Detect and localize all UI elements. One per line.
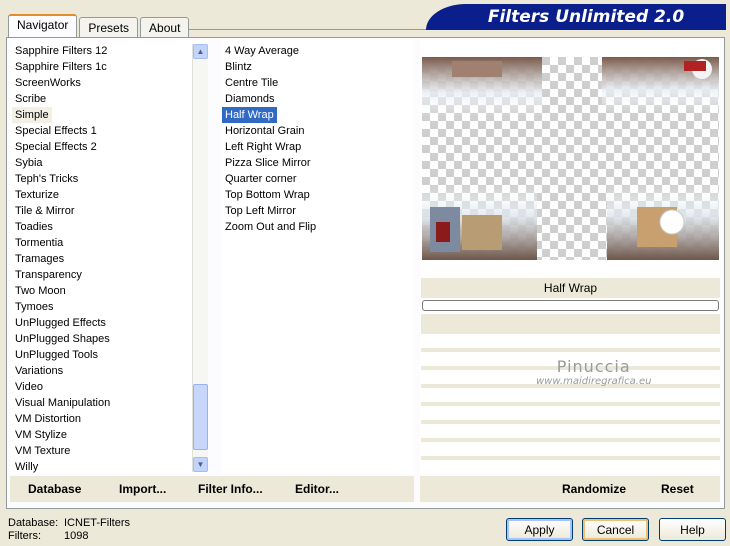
right-button-bar: Randomize Reset <box>420 476 720 502</box>
tab-bar: Navigator Presets About <box>8 14 191 38</box>
watermark-url: www.maidiregrafica.eu <box>536 376 652 387</box>
parameter-row <box>421 334 720 348</box>
tab-about[interactable]: About <box>140 17 190 38</box>
category-item[interactable]: Sybia <box>12 155 46 171</box>
randomize-button[interactable]: Randomize <box>562 482 626 496</box>
category-item[interactable]: ScreenWorks <box>12 75 84 91</box>
filter-item[interactable]: Half Wrap <box>222 107 277 123</box>
app-banner: Filters Unlimited 2.0 <box>426 4 726 30</box>
database-value: ICNET-Filters <box>64 517 130 529</box>
preview-filter-name: Half Wrap <box>421 278 720 298</box>
category-item[interactable]: Scribe <box>12 91 49 107</box>
database-label: Database: <box>8 517 59 529</box>
category-item[interactable]: Toadies <box>12 219 56 235</box>
parameter-row <box>421 442 720 456</box>
parameter-row <box>421 424 720 438</box>
parameter-row <box>421 388 720 402</box>
filter-item[interactable]: Horizontal Grain <box>222 123 307 139</box>
import-button[interactable]: Import... <box>119 482 166 496</box>
category-item[interactable]: VM Distortion <box>12 411 84 427</box>
category-item[interactable]: Video <box>12 379 46 395</box>
category-item[interactable]: Tramages <box>12 251 67 267</box>
category-item[interactable]: Tile & Mirror <box>12 203 77 219</box>
filter-item[interactable]: Quarter corner <box>222 171 300 187</box>
left-button-bar: Database Import... Filter Info... Editor… <box>10 476 414 502</box>
category-item[interactable]: Texturize <box>12 187 62 203</box>
filter-item[interactable]: Top Bottom Wrap <box>222 187 313 203</box>
category-item[interactable]: VM Stylize <box>12 427 70 443</box>
filter-item[interactable]: Top Left Mirror <box>222 203 299 219</box>
filter-item[interactable]: Centre Tile <box>222 75 281 91</box>
filter-item[interactable]: Left Right Wrap <box>222 139 304 155</box>
parameter-row <box>421 406 720 420</box>
help-button[interactable]: Help <box>659 518 726 541</box>
scroll-thumb[interactable] <box>193 384 208 450</box>
category-item[interactable]: Variations <box>12 363 66 379</box>
category-item[interactable]: Simple <box>12 107 52 123</box>
filter-info-button[interactable]: Filter Info... <box>198 482 263 496</box>
category-scrollbar[interactable]: ▲ ▼ <box>192 44 208 472</box>
preview-image <box>422 57 719 260</box>
category-item[interactable]: Teph's Tricks <box>12 171 81 187</box>
category-item[interactable]: Transparency <box>12 267 85 283</box>
filters-count: 1098 <box>64 530 89 542</box>
category-item[interactable]: Two Moon <box>12 283 69 299</box>
filter-item[interactable]: Zoom Out and Flip <box>222 219 319 235</box>
category-item[interactable]: Sapphire Filters 12 <box>12 43 110 59</box>
category-item[interactable]: Special Effects 1 <box>12 123 100 139</box>
editor-button[interactable]: Editor... <box>295 482 339 496</box>
scroll-up-icon[interactable]: ▲ <box>193 44 208 59</box>
progress-bar <box>422 300 719 311</box>
filter-item[interactable]: Pizza Slice Mirror <box>222 155 314 171</box>
status-info: Database: ICNET-Filters Filters: 1098 <box>8 517 130 543</box>
category-item[interactable]: Sapphire Filters 1c <box>12 59 110 75</box>
header-divider <box>160 29 430 30</box>
watermark-name: Pinuccia <box>556 357 631 376</box>
filters-label: Filters: <box>8 530 41 542</box>
category-item[interactable]: Tormentia <box>12 235 66 251</box>
category-item[interactable]: UnPlugged Effects <box>12 315 109 331</box>
tab-navigator[interactable]: Navigator <box>8 14 78 38</box>
category-item[interactable]: Willy <box>12 459 41 474</box>
category-item[interactable]: UnPlugged Tools <box>12 347 101 363</box>
category-item[interactable]: Visual Manipulation <box>12 395 113 411</box>
category-item[interactable]: UnPlugged Shapes <box>12 331 113 347</box>
scroll-down-icon[interactable]: ▼ <box>193 457 208 472</box>
category-list[interactable]: Sapphire Filters 12 Sapphire Filters 1c Sc… <box>10 40 208 474</box>
tab-presets[interactable]: Presets <box>79 17 139 38</box>
category-item[interactable]: Tymoes <box>12 299 57 315</box>
filter-item[interactable]: Diamonds <box>222 91 278 107</box>
parameter-area <box>421 314 720 474</box>
preview-artwork <box>422 57 719 260</box>
filter-item[interactable]: 4 Way Average <box>222 43 302 59</box>
category-item[interactable]: Special Effects 2 <box>12 139 100 155</box>
database-button[interactable]: Database <box>28 482 81 496</box>
reset-button[interactable]: Reset <box>661 482 694 496</box>
apply-button[interactable]: Apply <box>506 518 573 541</box>
category-item[interactable]: VM Texture <box>12 443 73 459</box>
filter-item[interactable]: Blintz <box>222 59 255 75</box>
filter-list[interactable]: 4 Way Average Blintz Centre Tile Diamonds Ha… <box>222 40 414 474</box>
parameter-row <box>421 460 720 474</box>
cancel-button[interactable]: Cancel <box>582 518 649 541</box>
watermark: Pinuccia www.maidiregrafica.eu <box>536 357 651 387</box>
